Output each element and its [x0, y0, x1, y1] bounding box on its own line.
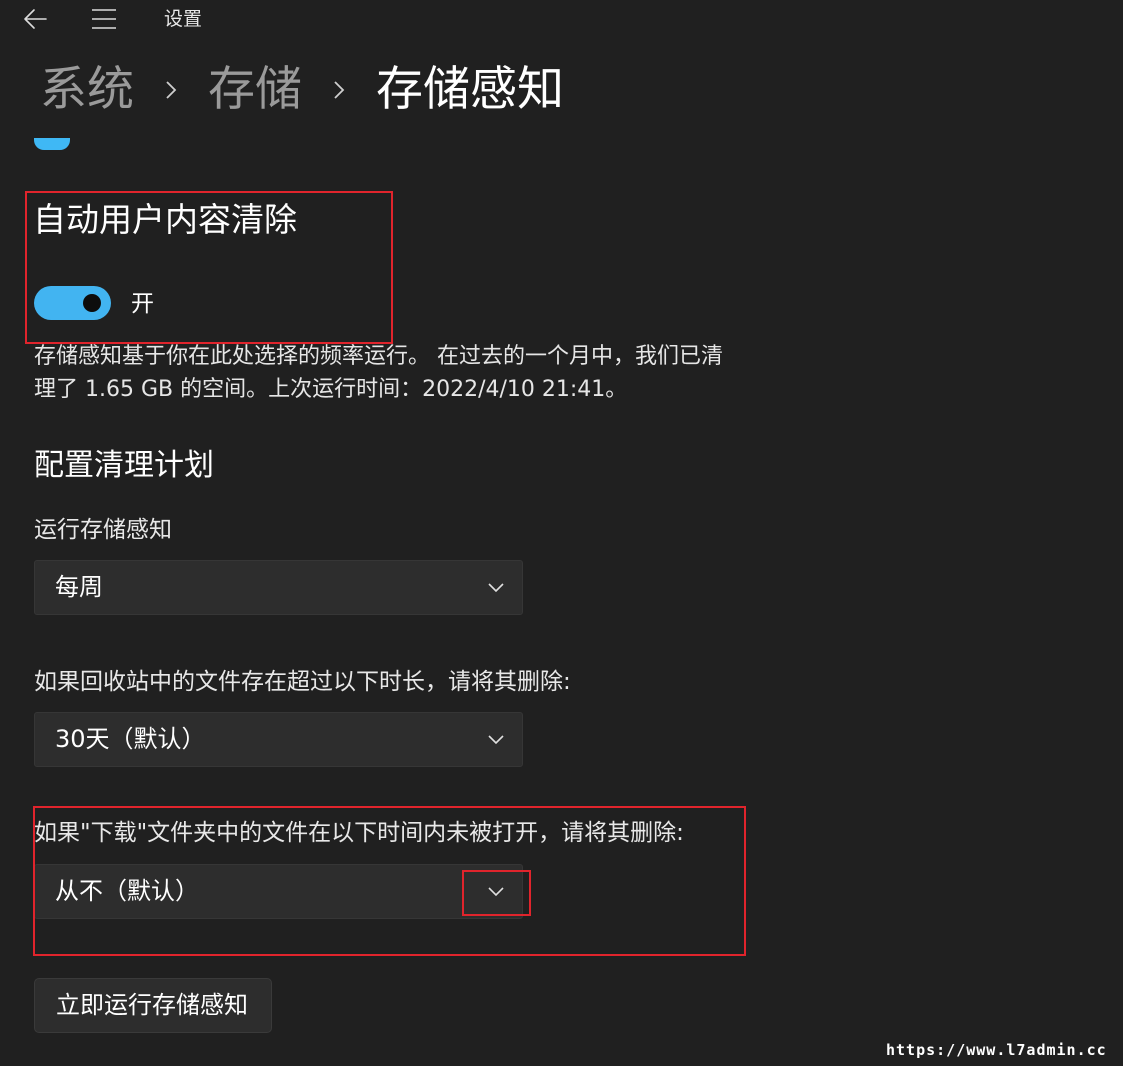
chevron-down-icon — [488, 887, 504, 897]
run-storage-sense-now-button[interactable]: 立即运行存储感知 — [34, 978, 272, 1033]
app-title: 设置 — [164, 8, 203, 30]
run-frequency-dropdown[interactable]: 每周 — [34, 560, 523, 615]
auto-cleanup-toggle[interactable] — [34, 286, 111, 320]
chevron-right-icon — [134, 60, 208, 120]
description-line-2: 理了 1.65 GB 的空间。上次运行时间：2022/4/10 21:41。 — [34, 377, 628, 402]
run-frequency-label: 运行存储感知 — [34, 517, 172, 543]
recycle-bin-label: 如果回收站中的文件存在超过以下时长，请将其删除: — [34, 669, 571, 695]
watermark: https://www.l7admin.cc — [886, 1041, 1107, 1059]
recycle-bin-dropdown[interactable]: 30天（默认） — [34, 712, 523, 767]
toggle-knob — [83, 294, 101, 312]
description-line-1: 存储感知基于你在此处选择的频率运行。 在过去的一个月中，我们已清 — [34, 344, 723, 369]
downloads-label: 如果"下载"文件夹中的文件在以下时间内未被打开，请将其删除: — [34, 820, 684, 846]
storage-sense-toggle-partial[interactable] — [34, 138, 70, 150]
recycle-bin-value: 30天（默认） — [55, 725, 206, 753]
run-frequency-value: 每周 — [55, 573, 103, 601]
cleanup-description: 存储感知基于你在此处选择的频率运行。 在过去的一个月中，我们已清 理了 1.65… — [34, 340, 834, 406]
chevron-down-icon — [488, 583, 504, 593]
breadcrumb-item-system[interactable]: 系统 — [40, 60, 134, 120]
back-arrow-icon[interactable] — [22, 6, 48, 32]
page-title: 存储感知 — [376, 62, 564, 117]
chevron-right-icon — [302, 60, 376, 120]
hamburger-menu-icon[interactable] — [90, 8, 118, 30]
chevron-down-icon — [488, 735, 504, 745]
auto-cleanup-title: 自动用户内容清除 — [33, 200, 297, 239]
breadcrumb-item-storage[interactable]: 存储 — [208, 60, 302, 120]
downloads-value: 从不（默认） — [55, 877, 199, 905]
breadcrumb: 系统 存储 存储感知 — [40, 58, 564, 122]
toggle-state-label: 开 — [131, 291, 154, 317]
run-now-label: 立即运行存储感知 — [56, 991, 248, 1019]
schedule-title: 配置清理计划 — [34, 448, 214, 483]
downloads-dropdown[interactable]: 从不（默认） — [34, 864, 523, 919]
